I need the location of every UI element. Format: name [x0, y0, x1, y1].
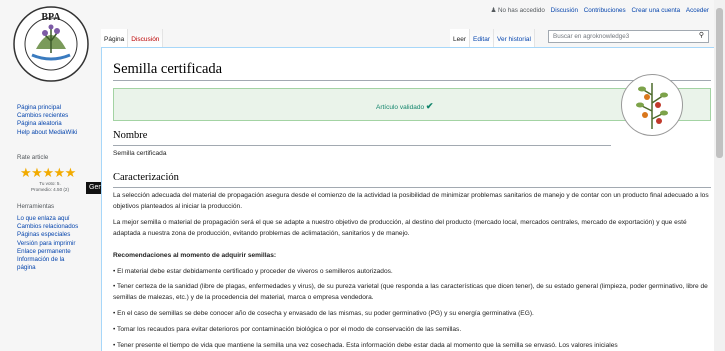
star-icon[interactable]: ★: [65, 165, 77, 180]
sidebar: BPA Página principal Cambios recientes P…: [0, 0, 100, 351]
rating-votes: Tu voto: 5. Promedio: 4.50 (2): [30, 181, 70, 192]
sidebar-item-main-page[interactable]: Página principal: [17, 104, 77, 112]
login-link[interactable]: Acceder: [686, 7, 709, 14]
rating-stars[interactable]: ★★★★★: [20, 166, 76, 179]
svg-text:BPA: BPA: [41, 12, 61, 23]
recommendations-heading: Recomendaciones al momento de adquirir s…: [113, 252, 277, 259]
paragraph: La mejor semilla o material de propagaci…: [113, 219, 687, 237]
create-account-link[interactable]: Crear una cuenta: [631, 7, 680, 14]
not-logged-in-label: No has accedido: [497, 7, 545, 14]
paragraph: La selección adecuada del material de pr…: [113, 192, 709, 210]
sidebar-item-recent-changes[interactable]: Cambios recientes: [17, 112, 77, 120]
list-item: • El material debe estar debidamente cer…: [113, 268, 393, 275]
divider: [113, 145, 611, 146]
sidebar-item-permalink[interactable]: Enlace permanente: [17, 248, 78, 256]
list-item: • Tomar los recaudos para evitar deterio…: [113, 326, 462, 333]
sidebar-item-what-links-here[interactable]: Lo que enlaza aquí: [17, 215, 78, 223]
search-input[interactable]: Buscar en agroknowledge3 ⚲: [548, 30, 709, 43]
tab-discussion[interactable]: Discusión: [128, 29, 164, 47]
sidebar-item-special-pages[interactable]: Páginas especiales: [17, 231, 78, 239]
personal-tools: ♟ No has accedido Discusión Contribucion…: [491, 7, 709, 14]
namespace-tabs: Página Discusión: [101, 29, 164, 47]
sidebar-item-random-page[interactable]: Página aleatoria: [17, 120, 77, 128]
talk-link[interactable]: Discusión: [551, 7, 578, 14]
sidebar-nav: Página principal Cambios recientes Págin…: [17, 104, 77, 137]
tab-page[interactable]: Página: [101, 29, 129, 47]
sidebar-item-help[interactable]: Help about MediaWiki: [17, 129, 77, 137]
star-icon[interactable]: ★: [20, 165, 32, 180]
nombre-text: Semilla certificada: [113, 150, 167, 157]
site-logo[interactable]: BPA: [12, 5, 90, 83]
sidebar-tools: Lo que enlaza aquí Cambios relacionados …: [17, 215, 78, 272]
sidebar-item-page-info[interactable]: Información de la página: [17, 256, 78, 272]
sidebar-item-related-changes[interactable]: Cambios relacionados: [17, 223, 78, 231]
list-item: • Tener presente el tiempo de vida que m…: [113, 342, 618, 349]
scrollbar[interactable]: [714, 0, 725, 351]
tools-heading: Herramientas: [17, 203, 55, 210]
checkmark-icon: ✔: [425, 101, 434, 111]
scrollbar-thumb[interactable]: [716, 8, 723, 158]
page-title: Semilla certificada: [113, 61, 223, 77]
search-icon[interactable]: ⚲: [699, 32, 704, 40]
star-icon[interactable]: ★: [42, 165, 54, 180]
list-item: • Tener certeza de la sanidad (libre de …: [113, 283, 708, 301]
tab-edit[interactable]: Editar: [470, 29, 494, 47]
tab-history[interactable]: Ver historial: [494, 29, 535, 47]
view-tabs: Leer Editar Ver historial: [450, 29, 535, 47]
contributions-link[interactable]: Contribuciones: [584, 7, 626, 14]
user-icon: ♟: [490, 7, 497, 14]
star-icon[interactable]: ★: [53, 165, 65, 180]
main-content: Semilla certificada Artículo validado ✔ …: [101, 47, 714, 351]
validated-label: Artículo validado: [376, 104, 425, 111]
sidebar-item-printable[interactable]: Versión para imprimir: [17, 240, 78, 248]
section-heading-nombre: Nombre: [113, 130, 148, 141]
plant-illustration: [621, 74, 683, 136]
rate-heading: Rate article: [17, 154, 49, 161]
star-icon[interactable]: ★: [31, 165, 43, 180]
section-heading-caracterizacion: Caracterización: [113, 172, 179, 183]
tab-read[interactable]: Leer: [450, 29, 471, 47]
list-item: • En el caso de semillas se debe conocer…: [113, 310, 534, 317]
divider: [113, 187, 711, 188]
